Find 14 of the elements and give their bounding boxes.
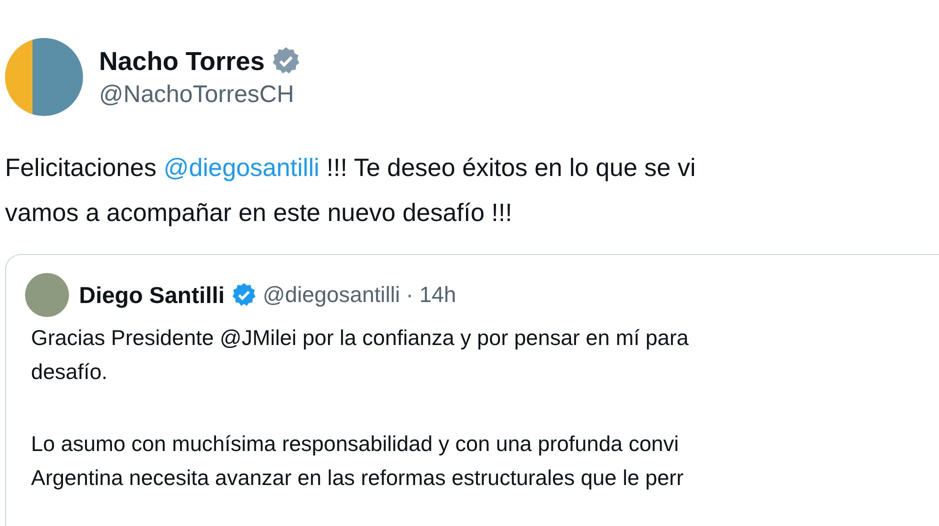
post-time: · 14h xyxy=(406,282,456,308)
author-name[interactable]: Diego Santilli xyxy=(79,282,225,308)
quoted-tweet-card[interactable] xyxy=(5,254,939,526)
quoted-text: desafío. xyxy=(30,359,108,386)
tweet-text: Felicitaciones xyxy=(5,153,156,184)
tweet-text: vamos a acompañar en este nuevo desafío !!! xyxy=(5,198,512,229)
author-name[interactable]: Nacho Torres xyxy=(99,46,265,76)
quoted-text: Gracias Presidente @JMilei por la confianza y por pensar en mí para xyxy=(30,325,690,352)
quoted-text: Argentina necesita avanzar en las reformas estructurales que le perr xyxy=(30,465,685,492)
quoted-text: Lo asumo con muchísima responsabilidad y con una profunda convi xyxy=(30,431,680,458)
author-handle[interactable]: @diegosantilli xyxy=(262,282,400,308)
avatar[interactable] xyxy=(25,273,69,317)
tweet-text: !!! Te deseo éxitos en lo que se vi xyxy=(326,153,696,184)
author-handle[interactable]: @NachoTorresCH xyxy=(99,80,301,108)
